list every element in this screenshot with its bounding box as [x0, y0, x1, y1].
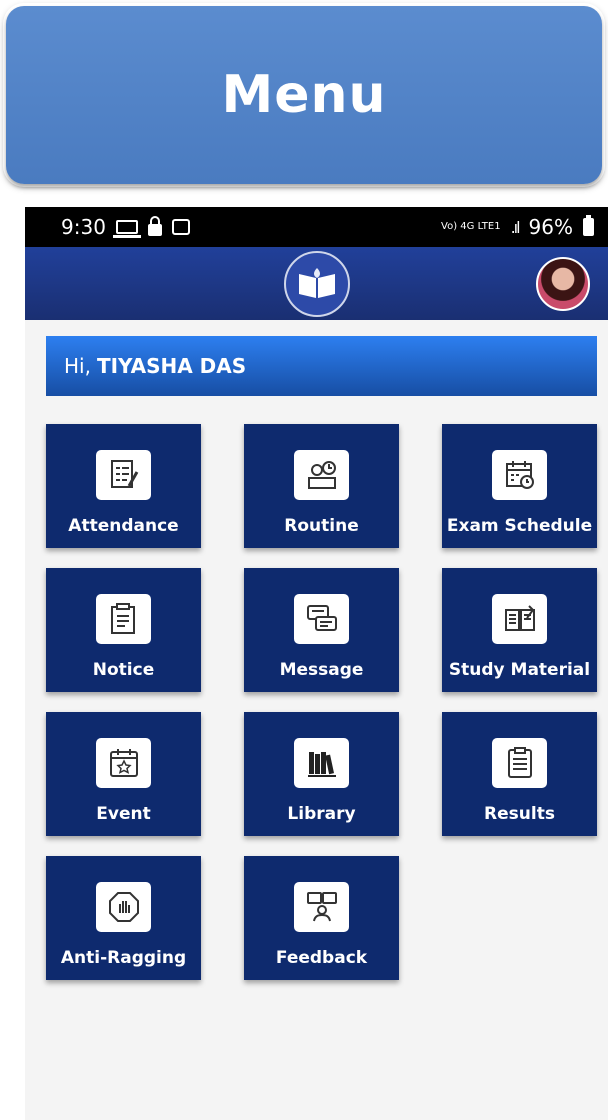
- battery-icon: [583, 215, 594, 236]
- college-logo: [283, 250, 350, 317]
- tile-label: Feedback: [275, 948, 368, 968]
- tile-label: Results: [484, 804, 555, 824]
- user-name: TIYASHA DAS: [96, 354, 247, 378]
- greeting-bar: Hi, TIYASHA DAS: [46, 336, 597, 396]
- tile-label: Library: [287, 804, 356, 824]
- tile-label: Event: [96, 804, 151, 824]
- tile-label: Routine: [284, 516, 359, 536]
- banner-title: Menu: [221, 65, 387, 125]
- menu-tile-notice[interactable]: Notice: [46, 568, 201, 692]
- menu-tile-message[interactable]: Message: [244, 568, 399, 692]
- message-notification-icon: [171, 219, 190, 235]
- menu-tile-results[interactable]: Results: [442, 712, 597, 836]
- routine-icon: [294, 450, 349, 500]
- tile-label: Message: [279, 660, 364, 680]
- menu-tile-event[interactable]: Event: [46, 712, 201, 836]
- battery-percent: 96%: [528, 215, 573, 239]
- tile-label: Notice: [92, 660, 155, 680]
- message-icon: [294, 594, 349, 644]
- book-icon: [492, 594, 547, 644]
- menu-tile-feedback[interactable]: Feedback: [244, 856, 399, 980]
- phone-screen: 9:30 Vo) 4G LTE1 .ıl 96% Hi, TIYASHA DAS: [25, 207, 608, 1120]
- menu-grid: Attendance Routine Exam Schedule Notice …: [25, 424, 608, 1044]
- results-icon: [492, 738, 547, 788]
- menu-banner: Menu: [6, 6, 602, 184]
- menu-tile-anti-ragging[interactable]: Anti-Ragging: [46, 856, 201, 980]
- library-icon: [294, 738, 349, 788]
- laptop-icon: [112, 220, 141, 238]
- attendance-icon: [96, 450, 151, 500]
- status-time: 9:30: [61, 215, 106, 239]
- book-logo-icon: [298, 267, 335, 298]
- network-indicator: Vo) 4G LTE1: [441, 221, 501, 232]
- calendar-icon: [492, 450, 547, 500]
- feedback-icon: [294, 882, 349, 932]
- event-icon: [96, 738, 151, 788]
- menu-tile-study-material[interactable]: Study Material: [442, 568, 597, 692]
- profile-avatar[interactable]: [536, 257, 590, 311]
- tile-label: Exam Schedule: [446, 516, 593, 536]
- notice-icon: [96, 594, 151, 644]
- lock-icon: [147, 215, 162, 236]
- tile-label: Attendance: [68, 516, 179, 536]
- stop-hand-icon: [96, 882, 151, 932]
- app-bar: [25, 247, 608, 320]
- tile-label: Study Material: [448, 660, 591, 680]
- status-bar: 9:30 Vo) 4G LTE1 .ıl 96%: [25, 207, 608, 247]
- menu-tile-attendance[interactable]: Attendance: [46, 424, 201, 548]
- tile-label: Anti-Ragging: [60, 948, 187, 968]
- signal-icon: .ıl: [510, 217, 521, 237]
- menu-tile-exam-schedule[interactable]: Exam Schedule: [442, 424, 597, 548]
- greeting-prefix: Hi,: [64, 354, 91, 378]
- menu-tile-routine[interactable]: Routine: [244, 424, 399, 548]
- menu-tile-library[interactable]: Library: [244, 712, 399, 836]
